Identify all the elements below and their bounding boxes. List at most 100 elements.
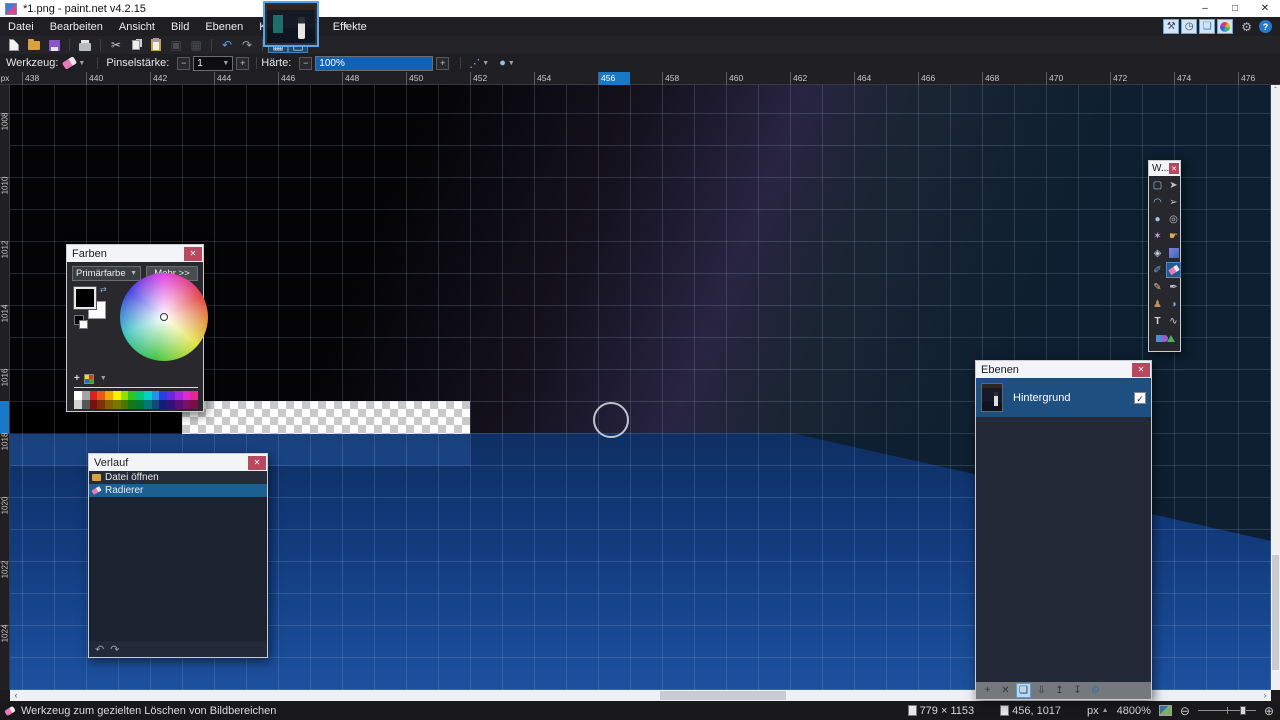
- open-file-button[interactable]: [24, 37, 44, 53]
- scroll-left-arrow[interactable]: ‹: [10, 690, 22, 701]
- palette-swatch[interactable]: [159, 400, 167, 409]
- reset-colors-swatch[interactable]: [74, 315, 88, 329]
- palette-swatch[interactable]: [105, 391, 113, 400]
- palette-menu-arrow[interactable]: ▼: [100, 375, 107, 382]
- palette-swatch[interactable]: [167, 391, 175, 400]
- palette-swatch[interactable]: [105, 400, 113, 409]
- primary-color-swatch[interactable]: [73, 286, 97, 310]
- paste-button[interactable]: [146, 37, 166, 53]
- vertical-scroll-thumb[interactable]: [1272, 555, 1279, 670]
- colors-window-close-button[interactable]: ✕: [184, 246, 202, 261]
- tool-eraser[interactable]: [1166, 262, 1181, 278]
- toggle-history-window-button[interactable]: ◷: [1181, 19, 1198, 34]
- menu-item-effekte[interactable]: Effekte: [325, 17, 375, 36]
- tool-paint-bucket[interactable]: ◈: [1150, 245, 1165, 261]
- merge-layer-down-button[interactable]: ⇩: [1034, 683, 1049, 698]
- palette-swatch[interactable]: [151, 391, 160, 400]
- tool-text[interactable]: T: [1150, 313, 1165, 329]
- zoom-slider[interactable]: [1197, 706, 1256, 715]
- palette-swatch[interactable]: [190, 400, 198, 409]
- menu-item-bearbeiten[interactable]: Bearbeiten: [42, 17, 111, 36]
- palette-swatch[interactable]: [74, 391, 82, 400]
- history-redo-icon[interactable]: ↷: [110, 643, 119, 656]
- layer-properties-button[interactable]: ⚙: [1088, 683, 1103, 698]
- color-mode-dropdown[interactable]: Primärfarbe ▼: [72, 266, 141, 281]
- tools-window-titlebar[interactable]: W... ✕: [1149, 161, 1180, 176]
- unit-selector[interactable]: px: [1087, 705, 1099, 717]
- history-item[interactable]: Radierer: [89, 484, 267, 497]
- deselect-button[interactable]: ▦: [186, 37, 206, 53]
- tools-window-close-button[interactable]: ✕: [1169, 163, 1179, 174]
- layer-visibility-checkbox[interactable]: ✓: [1134, 391, 1146, 404]
- minimize-button[interactable]: –: [1190, 0, 1220, 17]
- palette-swatch[interactable]: [143, 391, 152, 400]
- zoom-slider-thumb[interactable]: [1239, 706, 1246, 715]
- palette-swatch[interactable]: [167, 400, 175, 409]
- palette-swatch[interactable]: [128, 391, 136, 400]
- redo-button[interactable]: ↷: [237, 37, 257, 53]
- layer-row[interactable]: Hintergrund ✓: [976, 378, 1151, 417]
- toggle-tools-window-button[interactable]: ⚒: [1163, 19, 1180, 34]
- blend-mode-dropdown-arrow[interactable]: ▼: [508, 60, 515, 67]
- palette-swatch[interactable]: [89, 391, 98, 400]
- zoom-out-icon[interactable]: ⊖: [1180, 704, 1190, 718]
- image-thumbnail-tab[interactable]: [263, 1, 319, 47]
- crop-button[interactable]: ▣: [166, 37, 186, 53]
- layers-window-close-button[interactable]: ✕: [1132, 362, 1150, 377]
- add-layer-button[interactable]: +: [980, 683, 995, 698]
- palette-swatch[interactable]: [112, 391, 121, 400]
- tool-move-selection[interactable]: ➢: [1166, 194, 1181, 210]
- tool-magic-wand[interactable]: ✶: [1150, 228, 1165, 244]
- tool-recolor[interactable]: ◑: [1166, 296, 1181, 312]
- menu-item-bild[interactable]: Bild: [163, 17, 197, 36]
- palette-swatch[interactable]: [120, 400, 129, 409]
- brush-width-increase-button[interactable]: +: [236, 56, 250, 70]
- brush-width-input[interactable]: 1 ▼: [193, 55, 234, 71]
- add-color-icon[interactable]: +: [74, 373, 80, 384]
- hardness-input[interactable]: 100%: [315, 55, 434, 71]
- palette-swatch[interactable]: [190, 391, 198, 400]
- palette-swatch[interactable]: [120, 391, 129, 400]
- delete-layer-button[interactable]: ✕: [998, 683, 1013, 698]
- brush-width-decrease-button[interactable]: −: [177, 56, 191, 70]
- tool-pencil[interactable]: ✎: [1150, 279, 1165, 295]
- new-file-button[interactable]: [4, 37, 24, 53]
- palette-swatch[interactable]: [136, 400, 144, 409]
- tool-gradient[interactable]: [1166, 245, 1181, 261]
- tool-rectangle-select[interactable]: ▢: [1150, 177, 1165, 193]
- palette-swatch[interactable]: [89, 400, 98, 409]
- zoom-in-icon[interactable]: ⊕: [1264, 704, 1274, 718]
- palette-swatch[interactable]: [81, 391, 90, 400]
- hardness-increase-button[interactable]: +: [436, 56, 450, 70]
- undo-button[interactable]: ↶: [217, 37, 237, 53]
- tool-dropdown-arrow[interactable]: ▼: [78, 60, 85, 67]
- horizontal-scroll-thumb[interactable]: [660, 691, 786, 700]
- toggle-colors-window-button[interactable]: [1217, 19, 1234, 34]
- hardness-decrease-button[interactable]: −: [299, 56, 313, 70]
- print-button[interactable]: [75, 37, 95, 53]
- close-button[interactable]: ✕: [1250, 0, 1280, 17]
- tool-clone-stamp[interactable]: ♟: [1150, 296, 1165, 312]
- blend-mode-icon[interactable]: ●: [499, 57, 506, 69]
- palette-menu-icon[interactable]: [83, 373, 94, 384]
- swap-colors-icon[interactable]: ⇄: [100, 285, 107, 294]
- palette-swatch[interactable]: [97, 391, 105, 400]
- palette-swatch[interactable]: [174, 391, 183, 400]
- menu-item-ansicht[interactable]: Ansicht: [111, 17, 163, 36]
- settings-gear-icon[interactable]: ⚙: [1241, 20, 1252, 34]
- move-layer-down-button[interactable]: ↧: [1070, 683, 1085, 698]
- scroll-right-arrow[interactable]: ›: [1259, 690, 1271, 701]
- tool-move-pixels[interactable]: ➤: [1166, 177, 1181, 193]
- tool-ellipse-select[interactable]: ●: [1150, 211, 1165, 227]
- tool-shapes[interactable]: [1150, 330, 1181, 346]
- history-window-titlebar[interactable]: Verlauf ✕: [89, 454, 267, 471]
- layers-window-titlebar[interactable]: Ebenen ✕: [976, 361, 1151, 378]
- palette-swatch[interactable]: [74, 400, 82, 409]
- zoom-to-window-button[interactable]: [1158, 705, 1172, 716]
- palette-swatch[interactable]: [128, 400, 136, 409]
- color-wheel-cursor[interactable]: [160, 313, 168, 321]
- palette-swatch[interactable]: [81, 400, 90, 409]
- color-wheel[interactable]: [120, 273, 208, 361]
- brush-width-dropdown-arrow[interactable]: ▼: [222, 60, 229, 67]
- unit-dropdown-caret[interactable]: ▲: [1102, 707, 1109, 714]
